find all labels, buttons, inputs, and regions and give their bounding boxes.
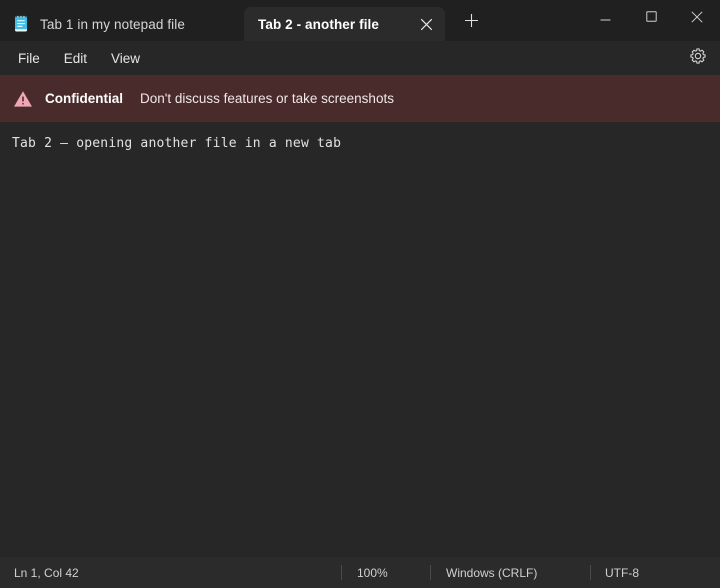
maximize-icon [646,11,657,22]
new-tab-button[interactable] [454,8,488,38]
menu-item-edit[interactable]: Edit [52,46,99,71]
status-separator-3 [590,565,591,580]
settings-button[interactable] [684,45,712,71]
status-separator-2 [430,565,431,580]
window-controls [582,0,720,41]
menu-bar: File Edit View [0,41,720,75]
close-window-icon [691,11,703,23]
minimize-button[interactable] [582,0,628,33]
gear-icon [690,48,706,69]
tab-2[interactable]: Tab 2 - another file [244,7,445,41]
banner-title: Confidential [45,91,123,106]
notepad-window: Tab 1 in my notepad file Tab 2 - another… [0,0,720,588]
title-bar: Tab 1 in my notepad file Tab 2 - another… [0,0,720,41]
status-zoom[interactable]: 100% [357,557,388,588]
status-line-ending[interactable]: Windows (CRLF) [446,557,537,588]
tab-1-label: Tab 1 in my notepad file [40,17,244,32]
status-cursor-position[interactable]: Ln 1, Col 42 [14,557,79,588]
maximize-button[interactable] [628,0,674,33]
menu-item-view[interactable]: View [99,46,152,71]
menu-item-file[interactable]: File [6,46,52,71]
status-bar: Ln 1, Col 42 100% Windows (CRLF) UTF-8 [0,557,720,588]
close-icon[interactable] [413,11,439,37]
status-separator-1 [341,565,342,580]
close-window-button[interactable] [674,0,720,33]
minimize-icon [600,11,611,22]
warning-triangle-icon [13,89,33,109]
plus-icon [464,13,479,33]
banner-message: Don't discuss features or take screensho… [140,91,394,106]
tab-2-label: Tab 2 - another file [258,17,413,32]
status-encoding[interactable]: UTF-8 [605,557,639,588]
notepad-icon [12,15,30,33]
text-editor-area[interactable]: Tab 2 – opening another file in a new ta… [0,122,720,557]
tab-strip: Tab 1 in my notepad file Tab 2 - another… [0,0,582,41]
tab-1[interactable]: Tab 1 in my notepad file [0,7,244,41]
confidential-banner: Confidential Don't discuss features or t… [0,75,720,122]
editor-content[interactable]: Tab 2 – opening another file in a new ta… [12,134,708,154]
